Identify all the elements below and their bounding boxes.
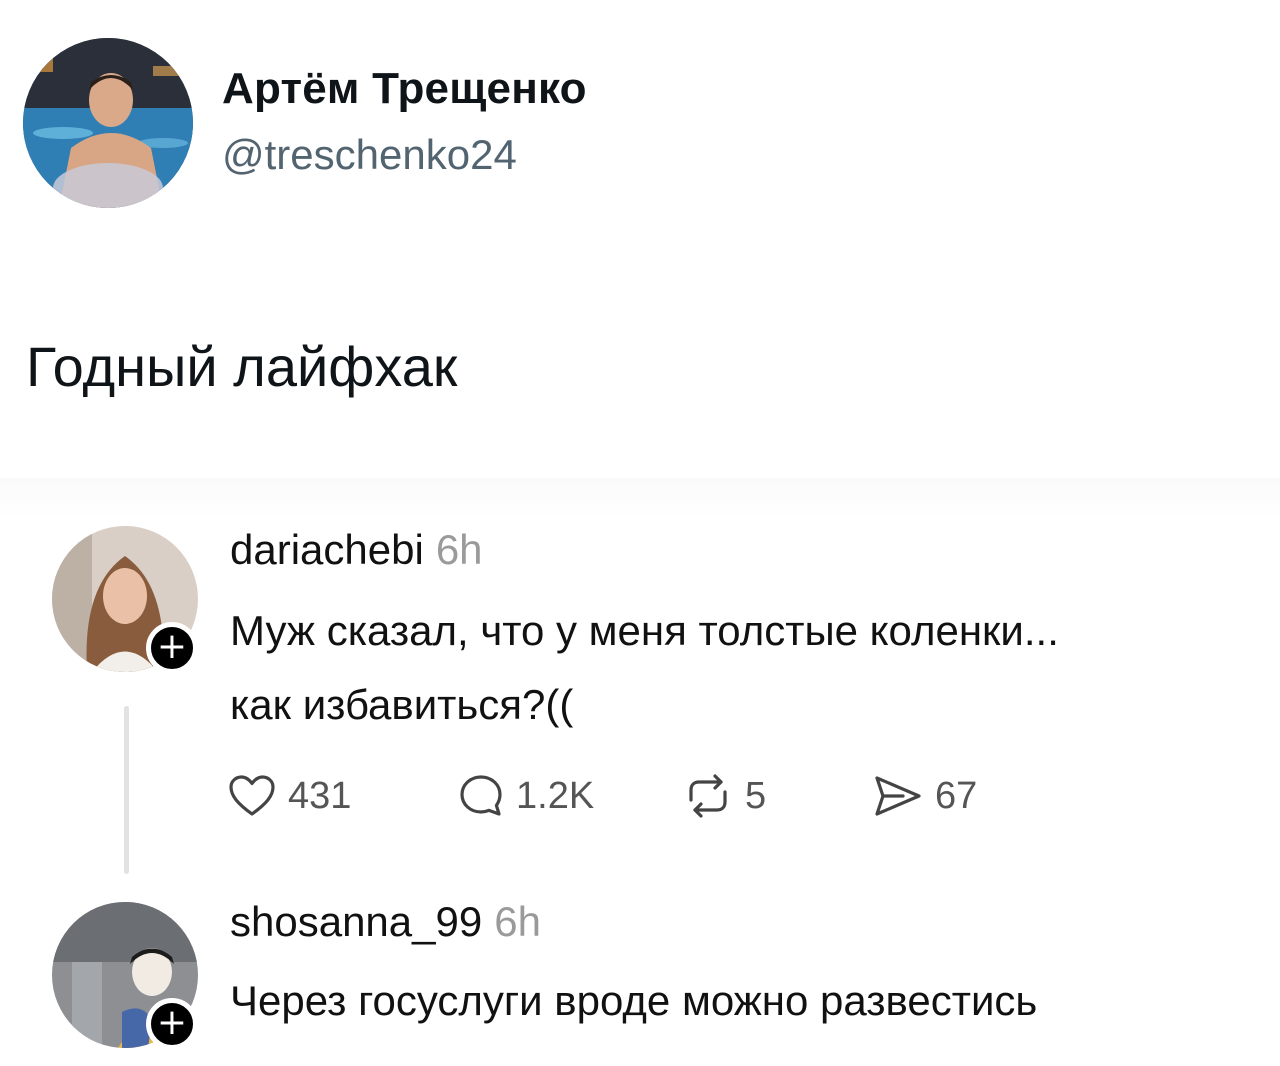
author-name[interactable]: Артём Трещенко <box>222 64 587 114</box>
repost-button[interactable]: 5 <box>683 774 873 818</box>
heart-icon <box>229 775 275 816</box>
comment-bubble-icon <box>460 775 502 816</box>
share-count: 67 <box>935 774 978 817</box>
repost-count: 5 <box>745 774 767 817</box>
author-avatar[interactable] <box>23 38 193 208</box>
reply-count: 1.2K <box>516 774 595 817</box>
thread-line <box>124 706 129 874</box>
repost-icon <box>689 774 727 818</box>
comment-actions: 431 1.2K 5 67 <box>228 768 977 824</box>
comment-username-text[interactable]: shosanna_99 <box>230 898 482 945</box>
follow-plus-icon[interactable]: + <box>146 998 198 1050</box>
comment-text-line-1: Муж сказал, что у меня толстые коленки..… <box>230 607 1059 654</box>
comment-username[interactable]: dariachebi 6h <box>230 526 483 574</box>
embedded-comments-image: + dariachebi 6h Муж сказал, что у меня то… <box>0 478 1280 1066</box>
author-handle[interactable]: @treschenko24 <box>222 131 517 179</box>
page: Артём Трещенко @treschenko24 Годный лайф… <box>0 0 1280 1066</box>
send-icon <box>875 776 921 816</box>
comment-text-line-2: как избавиться?(( <box>230 681 574 728</box>
comment-time: 6h <box>435 526 483 573</box>
reply-button[interactable]: 1.2K <box>458 773 683 819</box>
comment-username[interactable]: shosanna_99 6h <box>230 898 541 946</box>
comment-time: 6h <box>494 898 541 945</box>
comment-text-line-1: Через госуслуги вроде можно развестись <box>230 977 1038 1024</box>
like-count: 431 <box>288 774 352 817</box>
comment-username-text[interactable]: dariachebi <box>230 526 424 573</box>
post-text: Годный лайфхак <box>26 335 458 398</box>
share-button[interactable]: 67 <box>873 774 977 818</box>
follow-plus-icon[interactable]: + <box>146 622 198 674</box>
like-button[interactable]: 431 <box>228 774 458 818</box>
